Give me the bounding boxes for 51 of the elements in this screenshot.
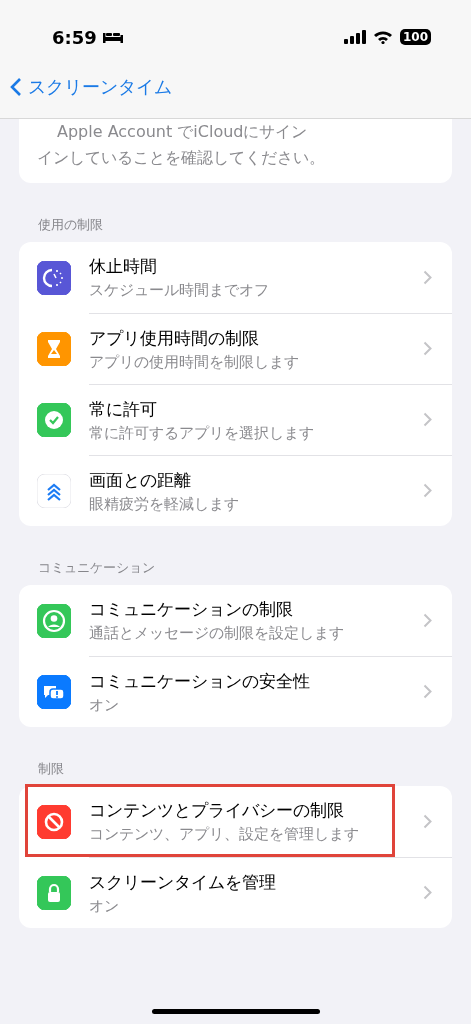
row-subtitle: アプリの使用時間を制限します (89, 352, 299, 372)
moon-clock-icon (37, 260, 71, 295)
section-header: コミュニケーション (37, 559, 156, 577)
row-subtitle: コンテンツ、アプリ、設定を管理します (89, 825, 359, 844)
status-time: 6:59 (52, 26, 123, 48)
settings-row[interactable]: アプリ使用時間の制限 アプリの使用時間を制限します (19, 313, 452, 384)
battery-level: 100 (399, 29, 431, 45)
row-title: コミュニケーションの安全性 (89, 669, 310, 693)
hourglass-icon (37, 331, 71, 366)
row-subtitle: オン (89, 896, 119, 916)
back-button[interactable]: スクリーンタイム (10, 75, 172, 99)
row-title: 休止時間 (89, 255, 157, 278)
chevron-icon (423, 483, 432, 498)
notice-text: Apple Account でiCloudにサイン (57, 121, 309, 143)
row-title: スクリーンタイムを管理 (89, 870, 276, 894)
row-subtitle: スケジュール時間までオフ (89, 281, 269, 300)
row-title: コミュニケーションの制限 (89, 598, 293, 621)
chat-alert-icon (37, 674, 71, 709)
wifi-icon (372, 30, 393, 44)
row-title: 常に許可 (89, 397, 157, 421)
row-title: コンテンツとプライバシーの制限 (89, 799, 344, 822)
settings-row[interactable]: コミュニケーションの制限 通話とメッセージの制限を設定します (19, 585, 452, 656)
section-header: 使用の制限 (37, 216, 104, 234)
lock-icon (37, 875, 71, 910)
row-subtitle: 眼精疲労を軽減します (89, 494, 239, 514)
row-title: アプリ使用時間の制限 (89, 326, 259, 350)
chevron-icon (423, 412, 432, 427)
row-subtitle: 通話とメッセージの制限を設定します (89, 624, 344, 643)
chevron-icon (423, 684, 432, 699)
chevron-icon (423, 270, 432, 285)
section-header: 制限 (37, 760, 65, 778)
settings-row[interactable]: コンテンツとプライバシーの制限 コンテンツ、アプリ、設定を管理します (19, 786, 452, 857)
chevron-icon (423, 341, 432, 356)
settings-row[interactable]: スクリーンタイムを管理 オン (19, 857, 452, 928)
back-chevron-icon (10, 77, 22, 97)
check-badge-icon (37, 402, 71, 437)
signal-icon (343, 30, 366, 44)
bed-icon (102, 31, 123, 43)
notice-text: インしていることを確認してください。 (37, 147, 326, 169)
row-subtitle: オン (89, 695, 119, 715)
chevron-icon (423, 613, 432, 628)
settings-row[interactable]: 休止時間 スケジュール時間までオフ (19, 242, 452, 313)
settings-row[interactable]: 画面との距離 眼精疲労を軽減します (19, 455, 452, 526)
row-subtitle: 常に許可するアプリを選択します (89, 423, 314, 443)
row-title: 画面との距離 (89, 468, 191, 492)
chevron-icon (423, 885, 432, 900)
prohibited-icon (37, 804, 71, 839)
chevrons-up-icon (37, 473, 71, 508)
settings-row[interactable]: 常に許可 常に許可するアプリを選択します (19, 384, 452, 455)
chevron-icon (423, 814, 432, 829)
settings-row[interactable]: コミュニケーションの安全性 オン (19, 656, 452, 727)
